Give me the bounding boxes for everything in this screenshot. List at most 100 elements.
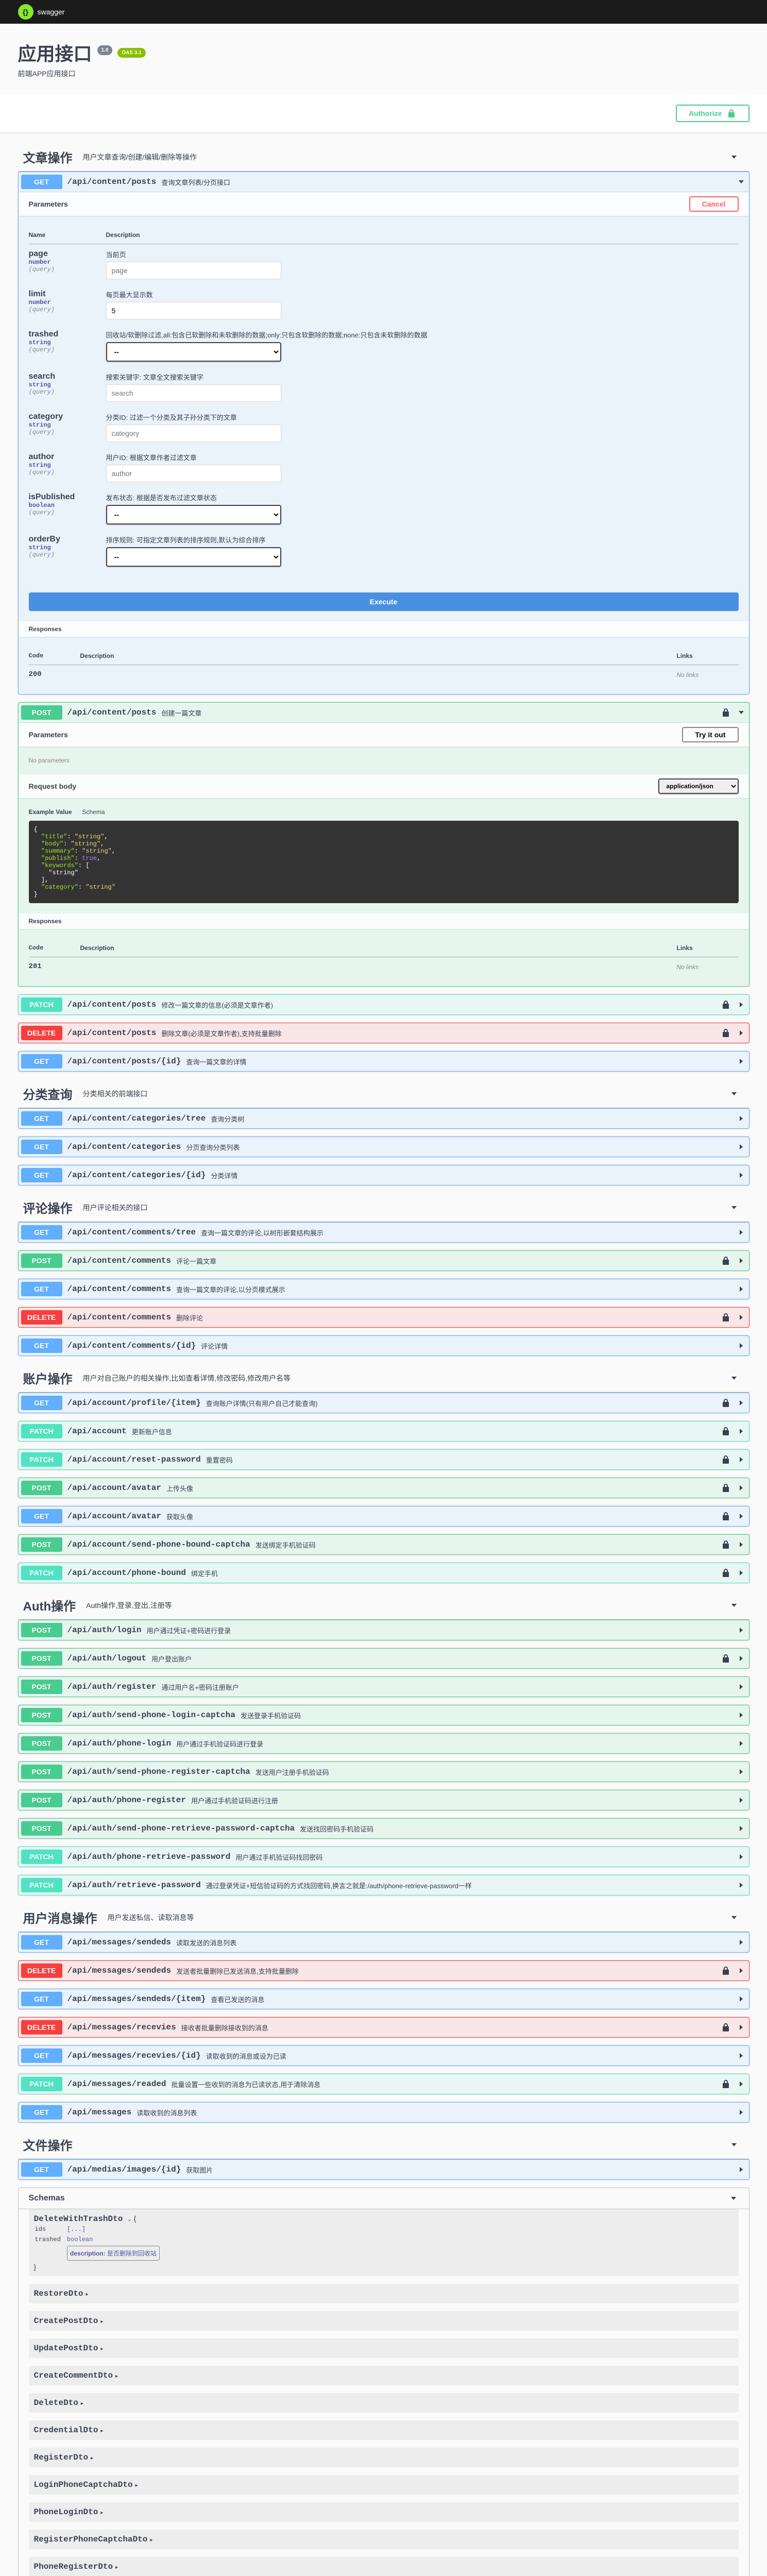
schema-item[interactable]: PhoneRegisterDto ▸ xyxy=(29,2557,739,2576)
schema-item[interactable]: CreatePostDto ▸ xyxy=(29,2311,739,2331)
operation-summary[interactable]: POST/api/auth/phone-login用户通过手机验证码进行登录 xyxy=(19,1734,749,1753)
operation-summary[interactable]: PATCH/api/auth/phone-retrieve-password用户… xyxy=(19,1847,749,1867)
operation-summary[interactable]: POST/api/account/avatar上传头像 xyxy=(19,1478,749,1498)
try-it-out-button[interactable]: Try it out xyxy=(682,727,738,742)
param-select-orderBy[interactable]: -- xyxy=(106,547,281,567)
tag-header[interactable]: 文件操作 xyxy=(18,2130,749,2159)
operation-summary[interactable]: GET/api/account/profile/{item}查询账户详情(只有用… xyxy=(19,1393,749,1413)
tag-header[interactable]: 分类查询分类相关的前端接口 xyxy=(18,1079,749,1108)
lock-icon xyxy=(726,108,737,118)
param-input-search[interactable] xyxy=(106,384,281,402)
param-in: (query) xyxy=(29,306,106,313)
chevron-icon xyxy=(736,1256,746,1266)
schema-item[interactable]: RegisterDto ▸ xyxy=(29,2448,739,2467)
operation-summary[interactable]: GET/api/content/comments查询一篇文章的评论,以分页模式展… xyxy=(19,1279,749,1299)
param-input-category[interactable] xyxy=(106,425,281,442)
operation-block: PATCH/api/messages/readed批量设置一些收到的消息为已读状… xyxy=(18,2074,749,2094)
operation-summary[interactable]: POST/api/auth/send-phone-register-captch… xyxy=(19,1762,749,1782)
operation-summary[interactable]: PATCH/api/auth/retrieve-password通过登录凭证+短… xyxy=(19,1875,749,1895)
param-input-page[interactable] xyxy=(106,262,281,279)
param-type: string xyxy=(29,381,106,388)
operation-summary[interactable]: POST/api/auth/send-phone-login-captcha发送… xyxy=(19,1705,749,1725)
chevron-right-icon: ▸ xyxy=(100,2428,103,2434)
schema-item[interactable]: LoginPhoneCaptchaDto ▸ xyxy=(29,2475,739,2495)
tag-header[interactable]: 文章操作用户文章查询/创建/编辑/删除等操作 xyxy=(18,143,749,172)
operation-summary[interactable]: DELETE/api/messages/sendeds发送者批量删除已发送消息,… xyxy=(19,1961,749,1980)
operation-summary[interactable]: GET/api/messages/sendeds/{item}查看已发送的消息 xyxy=(19,1989,749,2009)
param-select-trashed[interactable]: -- xyxy=(106,342,281,362)
schema-item[interactable]: CredentialDto ▸ xyxy=(29,2420,739,2440)
operation-summary[interactable]: POST/api/content/comments评论一篇文章 xyxy=(19,1251,749,1270)
operation-summary[interactable]: GET/api/content/posts查询文章列表/分页接口 xyxy=(19,172,749,192)
authorize-button[interactable]: Authorize xyxy=(676,105,749,122)
operation-summary[interactable]: DELETE/api/messages/recevies接收者批量删除接收到的消… xyxy=(19,2018,749,2037)
chevron-right-icon: ▸ xyxy=(81,2401,83,2406)
schema-item[interactable]: RestoreDto ▸ xyxy=(29,2284,739,2303)
example-value-tab[interactable]: Example Value xyxy=(29,808,72,816)
execute-button[interactable]: Execute xyxy=(29,592,739,611)
operation-summary[interactable]: GET/api/content/comments/{id}评论详情 xyxy=(19,1336,749,1355)
chevron-icon xyxy=(736,1312,746,1323)
schema-name: UpdatePostDto xyxy=(34,2344,98,2353)
tag-header[interactable]: 账户操作用户对自己账户的相关操作,比如查看详情,修改密码,修改用户名等 xyxy=(18,1364,749,1393)
operation-block: POST/api/auth/register通过用户名+密码注册账户 xyxy=(18,1676,749,1697)
operation-summary[interactable]: GET/api/messages/recevies/{id}读取收到的消息或设为… xyxy=(19,2046,749,2065)
operation-summary[interactable]: GET/api/content/categories/tree查询分类树 xyxy=(19,1109,749,1128)
operation-summary[interactable]: GET/api/content/comments/tree查询一篇文章的评论,以… xyxy=(19,1223,749,1242)
tag-header[interactable]: 用户消息操作用户发送私信、读取消息等 xyxy=(18,1903,749,1932)
chevron-icon xyxy=(736,1965,746,1976)
operation-summary[interactable]: GET/api/account/avatar获取头像 xyxy=(19,1506,749,1526)
tag-header[interactable]: 评论操作用户评论相关的接口 xyxy=(18,1193,749,1222)
operation-summary[interactable]: DELETE/api/content/posts删除文章(必须是文章作者),支持… xyxy=(19,1023,749,1043)
schema-item[interactable]: UpdatePostDto ▸ xyxy=(29,2338,739,2358)
chevron-icon xyxy=(736,1511,746,1521)
schemas-header[interactable]: Schemas xyxy=(19,2188,749,2209)
operation-summary[interactable]: PATCH/api/content/posts修改一篇文章的信息(必须是文章作者… xyxy=(19,995,749,1014)
schema-item[interactable]: DeleteDto ▸ xyxy=(29,2393,739,2413)
chevron-icon xyxy=(736,1170,746,1180)
tag-name: 文章操作 xyxy=(23,148,73,166)
operation-summary[interactable]: GET/api/messages/sendeds读取发送的消息列表 xyxy=(19,1933,749,1952)
operation-summary[interactable]: GET/api/content/categories/{id}分类详情 xyxy=(19,1165,749,1185)
operation-block: PATCH/api/content/posts修改一篇文章的信息(必须是文章作者… xyxy=(18,994,749,1015)
model-toggle-icon[interactable]: ⌄ xyxy=(127,2217,131,2223)
operation-description: 读取收到的消息或设为已读 xyxy=(206,2051,736,2061)
model-prop-type[interactable]: [...] xyxy=(67,2225,165,2234)
param-input-limit[interactable] xyxy=(106,302,281,319)
operation-description: 接收者批量删除接收到的消息 xyxy=(181,2023,715,2032)
model-prop-type[interactable]: booleandescription: 是否删除到回收站 xyxy=(67,2235,165,2262)
schema-item[interactable]: CreateCommentDto ▸ xyxy=(29,2366,739,2385)
content-type-select[interactable]: application/json xyxy=(658,778,739,794)
cancel-button[interactable]: Cancel xyxy=(689,196,739,212)
operation-summary[interactable]: POST/api/account/send-phone-bound-captch… xyxy=(19,1535,749,1554)
operation-summary[interactable]: PATCH/api/account/phone-bound绑定手机 xyxy=(19,1563,749,1583)
param-input-author[interactable] xyxy=(106,465,281,482)
operation-summary[interactable]: POST/api/auth/send-phone-retrieve-passwo… xyxy=(19,1819,749,1838)
schema-tab[interactable]: Schema xyxy=(82,808,105,816)
operation-summary[interactable]: GET/api/content/categories分页查询分类列表 xyxy=(19,1137,749,1157)
schema-item[interactable]: RegisterPhoneCaptchaDto ▸ xyxy=(29,2530,739,2549)
operation-summary[interactable]: POST/api/auth/login用户通过凭证+密码进行登录 xyxy=(19,1620,749,1640)
lock-icon xyxy=(721,1568,731,1578)
operation-summary[interactable]: POST/api/auth/logout用户登出账户 xyxy=(19,1649,749,1668)
operation-description: 读取收到的消息列表 xyxy=(137,2108,736,2117)
body-example[interactable]: { "title": "string", "body": "string", "… xyxy=(29,821,739,903)
operation-summary[interactable]: GET/api/content/posts/{id}查询一篇文章的详情 xyxy=(19,1052,749,1071)
schema-item-expanded[interactable]: DeleteWithTrashDto ⌄ {ids[...]trashedboo… xyxy=(29,2209,739,2276)
operation-summary[interactable]: POST/api/content/posts创建一篇文章 xyxy=(19,703,749,722)
no-links: No links xyxy=(677,671,699,679)
tag-header[interactable]: Auth操作Auth操作,登录,登出,注册等 xyxy=(18,1591,749,1620)
param-select-isPublished[interactable]: -- xyxy=(106,505,281,524)
operation-summary[interactable]: POST/api/auth/phone-register用户通过手机验证码进行注… xyxy=(19,1790,749,1810)
operation-summary[interactable]: GET/api/messages读取收到的消息列表 xyxy=(19,2103,749,2122)
schema-item[interactable]: PhoneLoginDto ▸ xyxy=(29,2502,739,2522)
param-description: 当前页 xyxy=(106,249,739,259)
operation-summary[interactable]: PATCH/api/messages/readed批量设置一些收到的消息为已读状… xyxy=(19,2074,749,2094)
operation-summary[interactable]: GET/api/medias/images/{id}获取图片 xyxy=(19,2160,749,2179)
operation-summary[interactable]: DELETE/api/content/comments删除评论 xyxy=(19,1308,749,1327)
operation-summary[interactable]: PATCH/api/account/reset-password重置密码 xyxy=(19,1450,749,1469)
operation-summary[interactable]: POST/api/auth/register通过用户名+密码注册账户 xyxy=(19,1677,749,1697)
operation-summary[interactable]: PATCH/api/account更新账户信息 xyxy=(19,1421,749,1441)
chevron-icon xyxy=(736,1738,746,1749)
operation-block: POST/api/auth/send-phone-register-captch… xyxy=(18,1761,749,1782)
